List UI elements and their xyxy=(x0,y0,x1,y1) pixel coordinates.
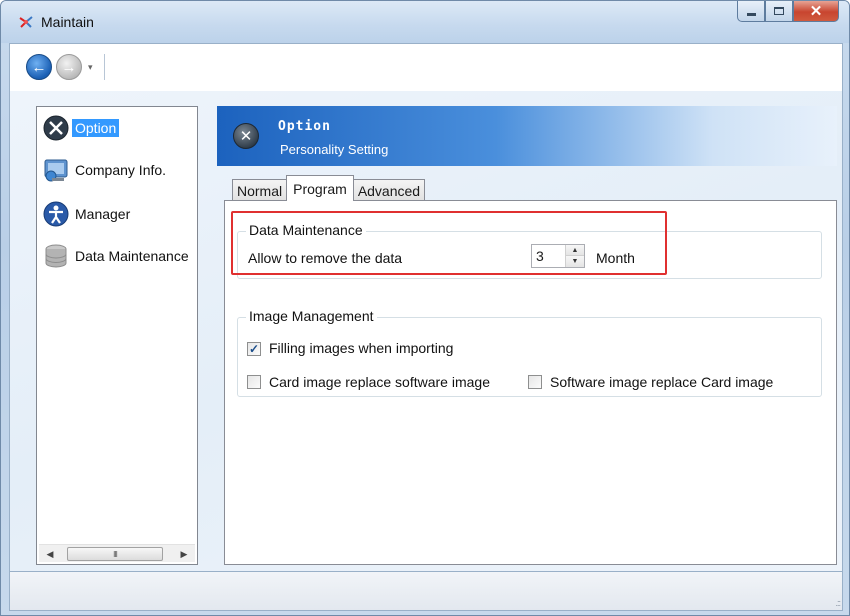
sidebar-item-data-maintenance[interactable]: Data Maintenance xyxy=(41,241,189,271)
company-icon xyxy=(41,155,71,185)
sidebar-item-label: Option xyxy=(72,119,120,137)
back-button[interactable]: ← xyxy=(26,54,52,80)
scroll-right-icon[interactable]: ▶ xyxy=(175,545,193,563)
scroll-left-icon[interactable]: ◀ xyxy=(41,545,59,563)
window-title: Maintain xyxy=(41,14,94,30)
history-dropdown-icon[interactable]: ▾ xyxy=(88,62,93,73)
forward-button[interactable]: → xyxy=(56,54,82,80)
forward-arrow-icon: → xyxy=(61,58,77,76)
maximize-button[interactable] xyxy=(765,1,793,22)
remove-data-label: Allow to remove the data xyxy=(248,250,403,266)
option-icon: ✕ xyxy=(233,123,259,149)
months-stepper[interactable]: 3 ▲ ▼ xyxy=(531,244,585,268)
title-bar: Maintain ✕ xyxy=(1,1,849,43)
close-icon: ✕ xyxy=(809,3,823,20)
scrollbar-thumb[interactable]: III xyxy=(67,547,163,561)
window-controls: ✕ xyxy=(737,1,839,23)
manager-icon xyxy=(41,199,71,229)
data-maintenance-group: Data Maintenance Allow to remove the dat… xyxy=(237,222,822,279)
tab-normal[interactable]: Normal xyxy=(232,179,288,201)
software-replace-card-checkbox[interactable] xyxy=(528,375,542,389)
card-replace-software-label[interactable]: Card image replace software image xyxy=(269,374,490,390)
status-bar: .:: xyxy=(9,571,843,611)
image-management-group: Image Management ✓ Filling images when i… xyxy=(237,308,822,397)
navigation-bar: ← → ▾ xyxy=(9,43,843,91)
section-header-banner: ✕ Option Personality Setting xyxy=(217,106,837,166)
card-replace-software-checkbox[interactable] xyxy=(247,375,261,389)
sidebar-list[interactable]: Option Company Info. Manager Data Mainte… xyxy=(36,106,198,565)
close-button[interactable]: ✕ xyxy=(793,1,839,22)
sidebar-item-manager[interactable]: Manager xyxy=(41,199,130,229)
stepper-down-icon[interactable]: ▼ xyxy=(566,256,584,267)
sidebar-item-label: Company Info. xyxy=(75,162,167,178)
grip-icon: III xyxy=(113,549,118,559)
filling-images-checkbox[interactable]: ✓ xyxy=(247,342,261,356)
checkmark-icon: ✓ xyxy=(248,342,260,356)
software-replace-card-label[interactable]: Software image replace Card image xyxy=(550,374,773,390)
resize-grip-icon[interactable]: .:: xyxy=(835,598,840,608)
sidebar-item-label: Manager xyxy=(75,206,131,222)
months-value: 3 xyxy=(536,248,544,264)
nav-separator xyxy=(104,54,105,80)
program-tab-panel: Data Maintenance Allow to remove the dat… xyxy=(224,200,837,565)
month-unit-label: Month xyxy=(596,250,635,266)
option-icon xyxy=(41,113,71,143)
sidebar-item-label: Data Maintenance xyxy=(75,248,189,264)
database-icon xyxy=(41,241,71,271)
tab-strip: Normal Program Advanced xyxy=(232,175,426,201)
sidebar-item-company-info[interactable]: Company Info. xyxy=(41,155,166,185)
section-subtitle: Personality Setting xyxy=(280,142,389,157)
sidebar-horizontal-scrollbar[interactable]: ◀ III ▶ xyxy=(39,544,195,562)
tab-program[interactable]: Program xyxy=(286,175,354,201)
minimize-button[interactable] xyxy=(737,1,765,22)
stepper-up-icon[interactable]: ▲ xyxy=(566,245,584,256)
back-arrow-icon: ← xyxy=(31,58,47,76)
tab-advanced[interactable]: Advanced xyxy=(352,179,426,201)
sidebar-item-option[interactable]: Option xyxy=(41,113,120,143)
maintain-window: Maintain ✕ ← → ▾ Option Company Info. Ma… xyxy=(0,0,850,616)
group-legend: Data Maintenance xyxy=(246,222,366,238)
minimize-icon xyxy=(746,12,756,16)
maximize-icon xyxy=(774,7,784,15)
stepper-buttons: ▲ ▼ xyxy=(565,245,584,267)
group-legend: Image Management xyxy=(246,308,377,324)
section-title: Option xyxy=(278,119,331,134)
app-icon xyxy=(17,13,35,31)
filling-images-label[interactable]: Filling images when importing xyxy=(269,340,453,356)
content-area: Option Company Info. Manager Data Mainte… xyxy=(9,91,843,571)
